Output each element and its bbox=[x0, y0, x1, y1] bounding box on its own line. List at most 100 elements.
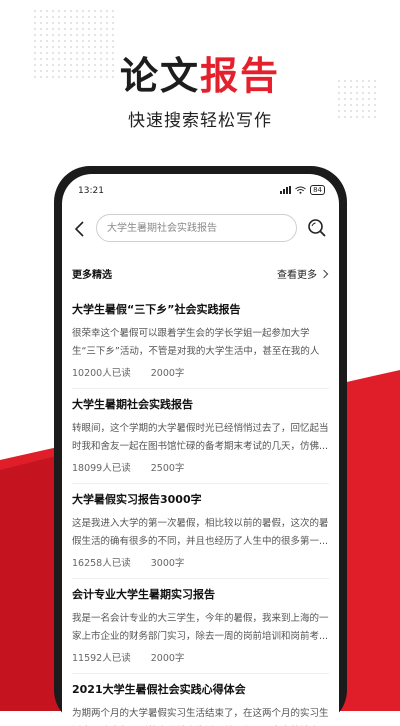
dot bbox=[52, 40, 54, 42]
article-excerpt: 很荣幸这个暑假可以跟着学生会的学长学姐一起参加大学生“三下乡”活动，不管是对我的… bbox=[72, 328, 320, 357]
dot bbox=[82, 46, 84, 48]
wifi-icon bbox=[295, 186, 306, 194]
dot bbox=[46, 10, 48, 12]
dot bbox=[100, 16, 102, 18]
dot bbox=[34, 40, 36, 42]
dot bbox=[46, 28, 48, 30]
dot bbox=[70, 34, 72, 36]
battery-icon: 84 bbox=[310, 185, 325, 195]
article-read-count: 10200人已读 bbox=[72, 368, 131, 379]
dot bbox=[64, 10, 66, 12]
dot bbox=[70, 28, 72, 30]
dot bbox=[94, 10, 96, 12]
view-more-label: 查看更多 bbox=[277, 270, 317, 281]
article-item[interactable]: 大学生暑期社会实践报告 转眼间，这个学期的大学暑假时光已经悄悄过去了，回忆起当时… bbox=[72, 389, 329, 484]
article-meta: 16258人已读 3000字 bbox=[72, 555, 329, 569]
dot bbox=[70, 40, 72, 42]
dot bbox=[40, 34, 42, 36]
headline-accent: 报告 bbox=[200, 54, 281, 98]
dot bbox=[64, 22, 66, 24]
dot bbox=[100, 10, 102, 12]
dot bbox=[94, 16, 96, 18]
back-arrow-icon[interactable] bbox=[72, 220, 88, 238]
signal-icon bbox=[280, 186, 292, 194]
article-meta: 10200人已读 2000字 bbox=[72, 365, 329, 379]
search-icon[interactable] bbox=[307, 218, 327, 238]
dot bbox=[34, 16, 36, 18]
dot bbox=[100, 46, 102, 48]
article-item[interactable]: 会计专业大学生暑期实习报告 我是一名会计专业的大三学生，今年的暑假，我来到上海的… bbox=[72, 579, 329, 674]
dot bbox=[40, 10, 42, 12]
dot bbox=[40, 16, 42, 18]
dot bbox=[112, 10, 114, 12]
dot bbox=[70, 16, 72, 18]
dot bbox=[100, 22, 102, 24]
phone-frame: 13:21 84 大学生暑期社会实践报告 更多精选 查看更多 大学生暑假“三下乡… bbox=[54, 166, 347, 726]
dot bbox=[94, 22, 96, 24]
dot bbox=[106, 22, 108, 24]
article-word-count: 2500字 bbox=[150, 463, 185, 474]
view-more-link[interactable]: 查看更多 bbox=[277, 266, 329, 281]
article-title: 2021大学生暑假社会实践心得体会 bbox=[72, 683, 246, 696]
dot bbox=[82, 22, 84, 24]
dot bbox=[52, 34, 54, 36]
article-title: 会计专业大学生暑期实习报告 bbox=[72, 588, 215, 601]
dot bbox=[112, 40, 114, 42]
dot bbox=[76, 28, 78, 30]
article-item[interactable]: 大学生暑假“三下乡”社会实践报告 很荣幸这个暑假可以跟着学生会的学长学姐一起参加… bbox=[72, 294, 329, 389]
dot bbox=[106, 28, 108, 30]
dot bbox=[40, 28, 42, 30]
article-list: 大学生暑假“三下乡”社会实践报告 很荣幸这个暑假可以跟着学生会的学长学姐一起参加… bbox=[72, 294, 329, 726]
dot bbox=[46, 40, 48, 42]
dot bbox=[64, 40, 66, 42]
article-item[interactable]: 2021大学生暑假社会实践心得体会 为期两个月的大学暑假实习生活结束了，在这两个… bbox=[72, 674, 329, 726]
phone-screen: 13:21 84 大学生暑期社会实践报告 更多精选 查看更多 大学生暑假“三下乡… bbox=[62, 174, 339, 726]
article-title: 大学生暑假“三下乡”社会实践报告 bbox=[72, 303, 241, 316]
dot bbox=[34, 10, 36, 12]
dot bbox=[88, 16, 90, 18]
dot bbox=[64, 16, 66, 18]
dot bbox=[112, 28, 114, 30]
dot bbox=[58, 28, 60, 30]
article-read-count: 16258人已读 bbox=[72, 558, 131, 569]
dot bbox=[100, 28, 102, 30]
dot bbox=[46, 22, 48, 24]
article-item[interactable]: 大学暑假实习报告3000字 这是我进入大学的第一次暑假，相比较以前的暑假，这次的… bbox=[72, 484, 329, 579]
dot bbox=[88, 40, 90, 42]
article-meta: 18099人已读 2500字 bbox=[72, 460, 329, 474]
dot bbox=[52, 16, 54, 18]
dot bbox=[106, 10, 108, 12]
dot bbox=[64, 46, 66, 48]
dot bbox=[82, 34, 84, 36]
dot bbox=[94, 28, 96, 30]
dot bbox=[64, 28, 66, 30]
dot bbox=[58, 34, 60, 36]
dot bbox=[88, 22, 90, 24]
dot bbox=[70, 46, 72, 48]
search-bar: 大学生暑期社会实践报告 bbox=[72, 214, 329, 244]
dot bbox=[40, 22, 42, 24]
status-time: 13:21 bbox=[78, 186, 104, 196]
dot bbox=[58, 22, 60, 24]
dot bbox=[46, 16, 48, 18]
dot bbox=[46, 46, 48, 48]
dot bbox=[106, 40, 108, 42]
dot bbox=[34, 34, 36, 36]
dot bbox=[106, 16, 108, 18]
dot bbox=[76, 34, 78, 36]
dot bbox=[88, 10, 90, 12]
headline-plain: 论文 bbox=[119, 54, 200, 98]
article-title: 大学生暑期社会实践报告 bbox=[72, 398, 193, 411]
dot bbox=[76, 46, 78, 48]
dot bbox=[76, 16, 78, 18]
search-input[interactable]: 大学生暑期社会实践报告 bbox=[96, 214, 297, 242]
dot bbox=[100, 40, 102, 42]
dot bbox=[82, 16, 84, 18]
article-word-count: 2000字 bbox=[150, 368, 185, 379]
dot bbox=[106, 46, 108, 48]
dot bbox=[64, 34, 66, 36]
status-icons: 84 bbox=[280, 185, 325, 195]
dot bbox=[94, 34, 96, 36]
dot bbox=[112, 16, 114, 18]
article-excerpt: 为期两个月的大学暑假实习生活结束了，在这两个月的实习生活中，让我们更近的走进社会… bbox=[72, 708, 329, 719]
